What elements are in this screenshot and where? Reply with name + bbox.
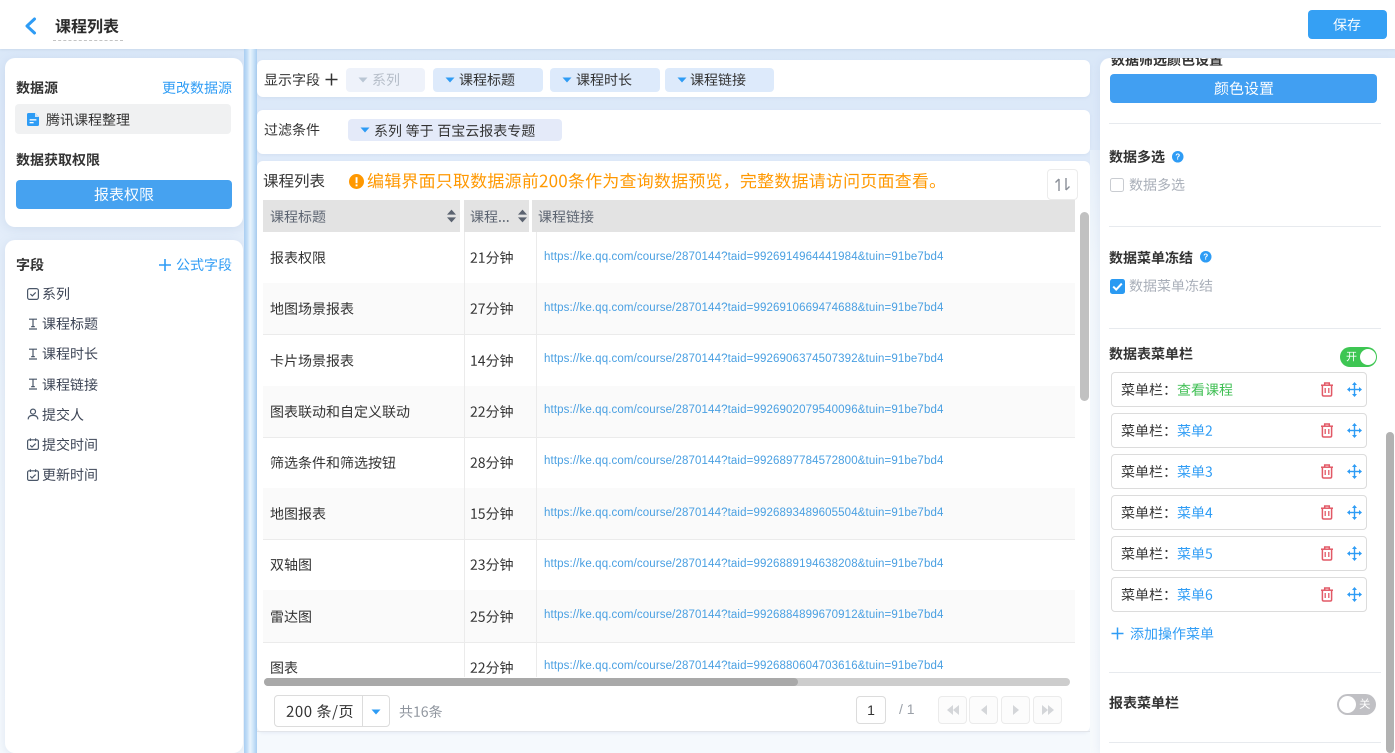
svg-text:?: ?	[1203, 253, 1208, 262]
svg-text:?: ?	[1175, 152, 1180, 161]
